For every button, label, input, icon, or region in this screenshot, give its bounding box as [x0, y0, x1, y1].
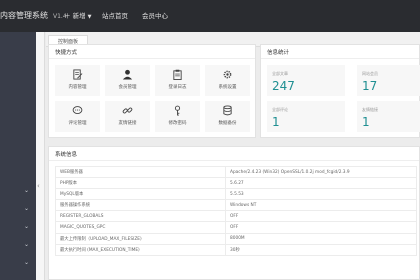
quick-action-links[interactable]: 友情链接	[105, 101, 150, 132]
info-key: 服务器操作系统	[55, 199, 226, 212]
info-key: MAGIC_QUOTES_GPC	[55, 221, 226, 234]
quick-action-password[interactable]: 修改密码	[155, 101, 200, 132]
comment-icon	[71, 104, 84, 117]
info-value: 5.6.27	[225, 177, 417, 190]
user-icon	[121, 68, 134, 81]
system-info-table: WEB服务器 Apache/2.4.23 (Win32) OpenSSL/1.0.…	[55, 165, 417, 256]
quick-action-backup[interactable]: 数据备份	[205, 101, 250, 132]
table-row: 最大上传限制（UPLOAD_MAX_FILESIZE) 8000M	[55, 232, 417, 245]
clipboard-icon	[171, 68, 184, 81]
stat-links[interactable]: 友情链接 1	[357, 101, 420, 132]
system-info-title: 系统信息	[49, 147, 419, 161]
sidebar-item-1[interactable]: ⌄	[24, 187, 29, 194]
quick-action-members[interactable]: 会员管理	[105, 65, 150, 96]
sidebar: ⌄ ⌄ ⌄ ⌄ ⌄	[0, 32, 36, 280]
app-brand[interactable]: 内容管理系统 V1.4	[0, 10, 67, 21]
info-key: 最大上传限制（UPLOAD_MAX_FILESIZE)	[55, 232, 226, 245]
quick-action-label: 内容管理	[68, 85, 87, 90]
gear-icon	[221, 68, 234, 81]
quick-action-label: 评论管理	[68, 121, 87, 126]
info-value: 8000M	[225, 232, 417, 245]
stat-comments[interactable]: 全部评论 1	[267, 101, 345, 132]
nav-member-center[interactable]: 会员中心	[142, 10, 168, 20]
stat-label: 网站会员	[362, 71, 378, 76]
sidebar-collapse-toggle[interactable]: ‹	[37, 182, 40, 190]
info-key: 最大执行时间 (MAX_EXECUTION_TIME)	[55, 243, 226, 256]
chevron-down-icon: ▼	[87, 14, 92, 20]
quick-action-label: 登录日志	[168, 85, 187, 90]
table-row: WEB服务器 Apache/2.4.23 (Win32) OpenSSL/1.0.…	[55, 165, 417, 179]
info-value: 5.5.53	[225, 188, 417, 201]
stat-value: 17	[362, 79, 378, 93]
info-value: OFF	[225, 221, 417, 234]
system-info-panel: 系统信息 WEB服务器 Apache/2.4.23 (Win32) OpenSSL…	[48, 146, 420, 280]
info-value: OFF	[225, 210, 417, 223]
info-key: WEB服务器	[55, 165, 226, 179]
stat-articles[interactable]: 全部文章 247	[267, 65, 345, 96]
info-key: MySQL版本	[55, 188, 226, 201]
info-value: Apache/2.4.23 (Win32) OpenSSL/1.0.2j mod…	[225, 165, 417, 179]
quick-actions-title: 快捷方式	[49, 45, 255, 59]
quick-action-label: 系统设置	[218, 85, 237, 90]
table-row: MAGIC_QUOTES_GPC OFF	[55, 221, 417, 234]
quick-action-login-log[interactable]: 登录日志	[155, 65, 200, 96]
quick-actions-panel: 快捷方式 内容管理 会员管理 登录日志 系统设置 评论管理 友情链接 修改密码 …	[48, 44, 256, 138]
top-bar: 内容管理系统 V1.4 ＋ 新增 ▼ 站点首页 会员中心	[0, 0, 420, 32]
nav-site-home[interactable]: 站点首页	[102, 10, 128, 20]
link-icon	[121, 104, 134, 117]
main-content: 控制面板 快捷方式 内容管理 会员管理 登录日志 系统设置 评论管理 友情链接 …	[46, 32, 420, 280]
key-icon	[171, 104, 184, 117]
quick-actions-grid: 内容管理 会员管理 登录日志 系统设置 评论管理 友情链接 修改密码 数据备份	[55, 65, 251, 133]
sidebar-item-3[interactable]: ⌄	[24, 223, 29, 230]
quick-action-label: 修改密码	[168, 121, 187, 126]
stat-value: 1	[272, 115, 280, 129]
info-key: REGISTER_GLOBALS	[55, 210, 226, 223]
nav-site-home-label: 站点首页	[102, 12, 128, 20]
table-row: REGISTER_GLOBALS OFF	[55, 210, 417, 223]
chevron-down-icon: ⌄	[24, 205, 30, 212]
quick-action-label: 会员管理	[118, 85, 137, 90]
stat-label: 全部评论	[272, 107, 288, 112]
quick-action-content[interactable]: 内容管理	[55, 65, 100, 96]
quick-action-comments[interactable]: 评论管理	[55, 101, 100, 132]
chevron-left-icon: ‹	[37, 182, 40, 190]
stats-panel: 信息统计 全部文章 247 网站会员 17 全部评论 1 友情链接 1	[260, 44, 420, 138]
sidebar-item-2[interactable]: ⌄	[24, 205, 29, 212]
info-value: 30秒	[225, 243, 417, 256]
stat-label: 友情链接	[362, 107, 378, 112]
quick-action-label: 数据备份	[218, 121, 237, 126]
chevron-down-icon: ⌄	[24, 241, 30, 248]
sidebar-item-4[interactable]: ⌄	[24, 241, 29, 248]
chevron-down-icon: ⌄	[24, 223, 30, 230]
plus-icon: ＋	[64, 12, 71, 20]
database-icon	[221, 104, 234, 117]
quick-action-settings[interactable]: 系统设置	[205, 65, 250, 96]
nav-member-center-label: 会员中心	[142, 12, 168, 20]
table-row: 最大执行时间 (MAX_EXECUTION_TIME) 30秒	[55, 243, 417, 256]
edit-doc-icon	[71, 68, 84, 81]
nav-new[interactable]: ＋ 新增 ▼	[64, 10, 91, 20]
stat-value: 1	[362, 115, 370, 129]
chevron-down-icon: ⌄	[24, 187, 30, 194]
nav-new-label: 新增	[72, 12, 86, 20]
table-row: 服务器操作系统 Windows NT	[55, 199, 417, 212]
table-row: PHP版本 5.6.27	[55, 177, 417, 190]
info-key: PHP版本	[55, 177, 226, 190]
stat-members[interactable]: 网站会员 17	[357, 65, 420, 96]
table-row: MySQL版本 5.5.53	[55, 188, 417, 201]
stats-title: 信息统计	[261, 45, 419, 59]
app-title: 内容管理系统	[0, 11, 48, 20]
info-value: Windows NT	[225, 199, 417, 212]
sidebar-edge	[36, 32, 45, 280]
quick-action-label: 友情链接	[118, 121, 137, 126]
sidebar-item-5[interactable]: ⌄	[24, 259, 29, 266]
chevron-down-icon: ⌄	[24, 259, 30, 266]
stat-value: 247	[272, 79, 295, 93]
stat-label: 全部文章	[272, 71, 288, 76]
